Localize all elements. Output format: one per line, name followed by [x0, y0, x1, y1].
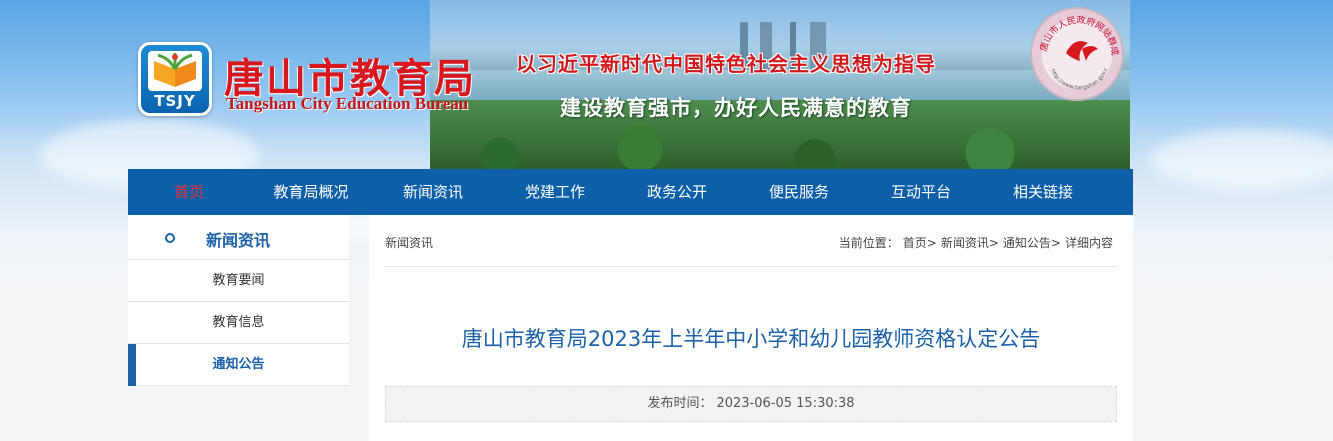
breadcrumb-current: 详细内容	[1064, 236, 1113, 250]
nav-item-bureau-overview[interactable]: 教育局概况	[250, 169, 372, 215]
nav-item-interaction[interactable]: 互动平台	[860, 169, 982, 215]
breadcrumb-home[interactable]: 首页>	[903, 234, 937, 251]
publish-time-value: 2023-06-05 15:30:38	[716, 396, 855, 411]
nav-item-news[interactable]: 新闻资讯	[372, 169, 494, 215]
logo-letters: TSJY	[154, 92, 196, 110]
article-panel: 新闻资讯 当前位置： 首页> 新闻资讯> 通知公告> 详细内容 唐山市教育局20…	[369, 215, 1133, 441]
nav-item-home[interactable]: 首页	[128, 169, 250, 215]
nav-item-party-building[interactable]: 党建工作	[494, 169, 616, 215]
government-site-seal[interactable]: 唐山市人民政府网站群成员 http://www.tangshan.gov.cn	[1030, 7, 1124, 101]
publish-time-label: 发布时间：	[647, 396, 713, 411]
sidebar-item-notices[interactable]: 通知公告	[128, 344, 349, 386]
sidebar-item-education-news[interactable]: 教育要闻	[128, 260, 349, 302]
circle-bullet-icon	[165, 233, 175, 243]
sidebar-item-education-info[interactable]: 教育信息	[128, 302, 349, 344]
site-title-english: Tangshan City Education Bureau	[226, 94, 469, 113]
cloud-decoration	[1150, 130, 1333, 190]
sidebar-heading: 新闻资讯	[128, 215, 349, 260]
breadcrumb: 当前位置： 首页> 新闻资讯> 通知公告> 详细内容	[839, 234, 1113, 251]
nav-item-public-services[interactable]: 便民服务	[738, 169, 860, 215]
sidebar-heading-label: 新闻资讯	[206, 231, 271, 250]
site-logo[interactable]: TSJY	[138, 42, 212, 116]
seal-emblem-icon: 唐山市人民政府网站群成员 http://www.tangshan.gov.cn	[1032, 9, 1121, 91]
breadcrumb-notices[interactable]: 通知公告>	[1003, 234, 1061, 251]
breadcrumb-prefix: 当前位置：	[838, 236, 899, 250]
article-title: 唐山市教育局2023年上半年中小学和幼儿园教师资格认定公告	[461, 327, 1041, 351]
slogan-line-2: 建设教育强市，办好人民满意的教育	[560, 96, 912, 120]
breadcrumb-news[interactable]: 新闻资讯>	[941, 234, 999, 251]
city-landscape-image	[430, 0, 1130, 170]
section-label: 新闻资讯	[385, 236, 434, 250]
nav-item-related-links[interactable]: 相关链接	[982, 169, 1104, 215]
nav-item-government-affairs[interactable]: 政务公开	[616, 169, 738, 215]
publish-info: 发布时间： 2023-06-05 15:30:38	[385, 386, 1117, 422]
sidebar: 新闻资讯 教育要闻 教育信息 通知公告	[128, 215, 349, 386]
main-navigation: 首页 教育局概况 新闻资讯 党建工作 政务公开 便民服务 互动平台 相关链接	[128, 169, 1133, 215]
slogan-line-1: 以习近平新时代中国特色社会主义思想为指导	[516, 52, 936, 76]
logo-book-icon	[148, 51, 202, 91]
breadcrumb-bar: 新闻资讯 当前位置： 首页> 新闻资讯> 通知公告> 详细内容	[385, 215, 1117, 267]
